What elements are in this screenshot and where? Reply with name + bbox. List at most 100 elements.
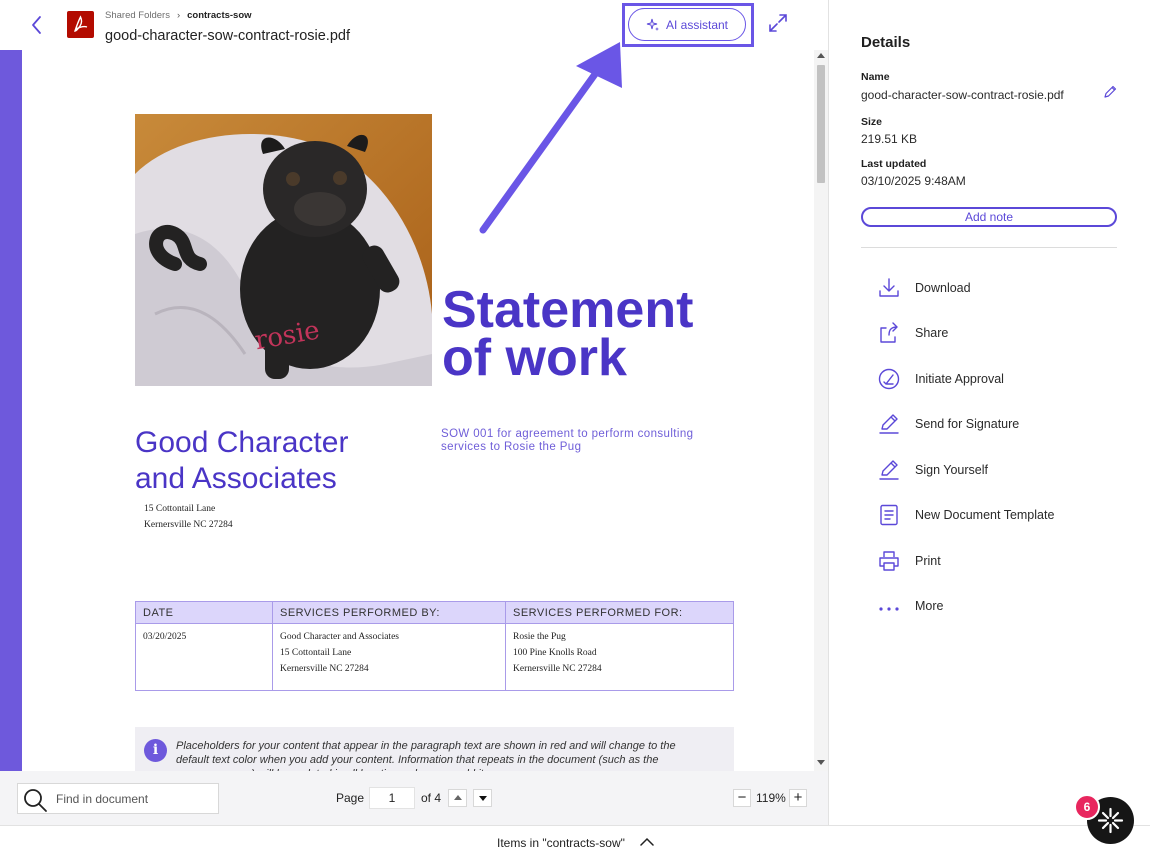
ai-assistant-button[interactable]: AI assistant — [628, 8, 746, 41]
column-header-performed-by: SERVICES PERFORMED BY: — [280, 607, 440, 619]
items-footer[interactable]: Items in "contracts-sow" — [0, 825, 1150, 860]
more-icon — [879, 607, 899, 611]
details-divider — [861, 247, 1117, 248]
viewer-toolbar: Find in document Page 1 of 4 − 119% + — [0, 771, 828, 825]
action-label: Sign Yourself — [915, 463, 988, 477]
action-label: Initiate Approval — [915, 372, 1004, 386]
page-number-input[interactable]: 1 — [369, 787, 415, 809]
size-label: Size — [861, 116, 883, 128]
name-value: good-character-sow-contract-rosie.pdf — [861, 88, 1064, 102]
caret-up-icon — [454, 795, 462, 800]
details-title: Details — [861, 34, 911, 51]
last-updated-value: 03/10/2025 9:48AM — [861, 174, 966, 188]
download-icon — [879, 278, 899, 297]
address-line: 15 Cottontail Lane — [144, 504, 216, 514]
search-icon — [24, 789, 47, 812]
edit-name-button[interactable] — [1102, 84, 1118, 100]
previous-page-button[interactable] — [448, 789, 467, 807]
action-label: Download — [915, 281, 971, 295]
action-send-for-signature[interactable]: Send for Signature — [877, 409, 1107, 439]
action-more[interactable]: More — [877, 591, 1107, 621]
column-divider — [272, 602, 273, 690]
action-label: More — [915, 599, 944, 613]
zoom-out-button[interactable]: − — [733, 789, 751, 807]
services-table: DATE SERVICES PERFORMED BY: SERVICES PER… — [135, 601, 734, 691]
company-name: Good Character and Associates — [135, 426, 349, 495]
action-print[interactable]: Print — [877, 546, 1107, 576]
cell-line: 15 Cottontail Lane — [280, 648, 352, 658]
info-icon: i — [144, 739, 167, 762]
table-cell-date: 03/20/2025 — [143, 629, 186, 645]
document-title: Statement of work — [442, 281, 694, 387]
file-name-title: good-character-sow-contract-rosie.pdf — [105, 28, 350, 44]
vertical-scrollbar[interactable] — [814, 50, 828, 771]
document-icon — [880, 504, 898, 526]
breadcrumb: Shared Folders › contracts-sow — [105, 10, 252, 21]
scrollbar-thumb[interactable] — [817, 65, 825, 183]
approval-icon — [878, 368, 900, 390]
action-initiate-approval[interactable]: Initiate Approval — [877, 364, 1107, 394]
info-note-text: Placeholders for your content that appea… — [176, 740, 676, 771]
viewer-header: Shared Folders › contracts-sow good-charac… — [0, 0, 828, 50]
expand-icon — [769, 14, 787, 32]
breadcrumb-separator-icon: › — [176, 10, 181, 21]
printer-icon — [879, 551, 899, 571]
name-label: Name — [861, 71, 890, 83]
zoom-in-button[interactable]: + — [789, 789, 807, 807]
action-share[interactable]: Share — [877, 318, 1107, 348]
find-placeholder: Find in document — [56, 792, 149, 806]
last-updated-label: Last updated — [861, 158, 927, 170]
action-download[interactable]: Download — [877, 273, 1107, 303]
find-in-document-input[interactable]: Find in document — [17, 783, 219, 814]
action-label: Send for Signature — [915, 417, 1020, 431]
scroll-down-icon[interactable] — [817, 760, 825, 765]
page-label: Page — [336, 791, 365, 805]
zoom-level: 119% — [756, 791, 786, 805]
cell-line: 100 Pine Knolls Road — [513, 648, 597, 658]
pdf-file-icon — [67, 11, 94, 38]
pen-icon — [879, 414, 899, 434]
details-panel: Details Name good-character-sow-contract… — [829, 0, 1150, 825]
share-icon — [880, 322, 898, 343]
page-count-label: of 4 — [421, 791, 442, 805]
cell-line: 03/20/2025 — [143, 632, 187, 642]
breadcrumb-item-current[interactable]: contracts-sow — [187, 10, 251, 21]
page-accent-bar — [0, 50, 22, 771]
info-note: i Placeholders for your content that app… — [135, 727, 734, 771]
table-cell-performed-by: Good Character and Associates 15 Cottont… — [280, 629, 399, 677]
ai-assistant-label: AI assistant — [665, 17, 729, 32]
plus-icon: + — [793, 789, 803, 806]
cell-line: Kernersville NC 27284 — [280, 664, 369, 674]
action-sign-yourself[interactable]: Sign Yourself — [877, 455, 1107, 485]
column-header-performed-for: SERVICES PERFORMED FOR: — [513, 607, 683, 619]
size-value: 219.51 KB — [861, 132, 918, 146]
pug-photo: rosie — [135, 114, 432, 386]
pen-icon — [879, 460, 899, 480]
column-header-date: DATE — [143, 607, 174, 619]
caret-down-icon — [479, 796, 487, 801]
action-label: Print — [915, 554, 941, 568]
action-new-document-template[interactable]: New Document Template — [877, 500, 1107, 530]
action-label: New Document Template — [915, 508, 1055, 522]
minus-icon: − — [737, 789, 747, 806]
sparkle-icon — [646, 18, 659, 31]
notification-badge: 6 — [1074, 794, 1100, 820]
company-address: 15 Cottontail Lane Kernersville NC 27284 — [144, 501, 233, 533]
column-divider — [505, 602, 506, 690]
pencil-icon — [1104, 85, 1117, 98]
back-button[interactable] — [26, 12, 48, 38]
scroll-up-icon[interactable] — [817, 53, 825, 58]
app-window: Shared Folders › contracts-sow good-charac… — [0, 0, 1150, 860]
sow-description: SOW 001 for agreement to perform consult… — [441, 428, 694, 453]
chevron-up-icon[interactable] — [640, 837, 654, 847]
table-cell-performed-for: Rosie the Pug 100 Pine Knolls Road Kerne… — [513, 629, 602, 677]
items-in-folder-label[interactable]: Items in "contracts-sow" — [497, 836, 625, 850]
address-line: Kernersville NC 27284 — [144, 520, 233, 530]
cell-line: Good Character and Associates — [280, 632, 399, 642]
breadcrumb-item-shared-folders[interactable]: Shared Folders — [105, 10, 170, 21]
document-viewer[interactable]: rosie Statement of work Good Character a… — [0, 50, 828, 771]
action-label: Share — [915, 326, 949, 340]
add-note-button[interactable]: Add note — [861, 207, 1117, 227]
next-page-button[interactable] — [473, 789, 492, 807]
fullscreen-button[interactable] — [767, 12, 789, 34]
